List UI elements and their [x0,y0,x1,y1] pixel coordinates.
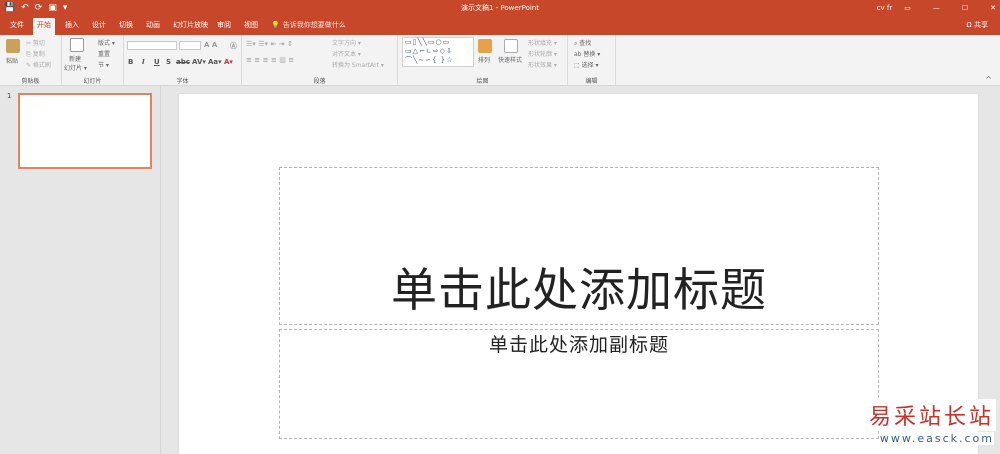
slide-thumbnails-pane[interactable]: 1 [0,86,161,454]
group-label-editing: 编辑 [585,78,598,85]
new-slide-icon[interactable] [70,38,84,52]
group-label-paragraph: 段落 [313,78,326,85]
group-label-clipboard: 剪贴板 [21,78,40,85]
align-icons[interactable]: ≡ ≡ ≡ ≡ ▥ ≡ [246,56,294,64]
group-drawing: ▭▯╲╲▭○▭ ▭△⌐∟⇨◇⇩ ⌒╲∼∽{ }☆ 排列 快速样式 形状填充 ▾ … [398,35,568,86]
ribbon-tabs: 文件 开始 插入 设计 切换 动画 幻灯片放映 审阅 视图 💡 告诉我你想要做什… [0,16,1000,35]
title-bar: 💾 ↶ ⟳ ▣ ▾ 演示文稿1 - PowerPoint cv fr ▭ — ☐… [0,0,1000,16]
arrange-button[interactable]: 排列 [478,55,490,64]
strikethrough-button[interactable]: abc [176,58,190,66]
tab-slideshow[interactable]: 幻灯片放映 [169,19,212,32]
align-text-button[interactable]: 对齐文本 ▾ [332,49,361,58]
group-font: A A Ⓐ B I U S abc AV▾ Aa▾ A▾ 字体 [124,35,242,86]
tab-design[interactable]: 设计 [88,19,110,32]
tab-insert[interactable]: 插入 [61,19,83,32]
tell-me-search[interactable]: 💡 告诉我你想要做什么 [267,19,350,32]
format-painter-button[interactable]: ✎ 格式刷 [26,60,51,69]
watermark-text: 易采站长站 [866,399,996,431]
arrange-icon[interactable] [478,39,492,53]
italic-button[interactable]: I [142,58,145,66]
layout-button[interactable]: 版式 ▾ [98,38,115,47]
shape-effects-button[interactable]: 形状效果 ▾ [528,60,557,69]
slide-canvas[interactable]: 单击此处添加标题 单击此处添加副标题 [179,94,978,454]
paste-button[interactable]: 粘贴 [6,56,18,65]
paste-icon[interactable] [6,39,20,53]
minimize-icon[interactable]: — [933,2,940,14]
quick-styles-icon[interactable] [504,39,518,53]
group-paragraph: ☰▾ ☰▾ ⇤ ⇥ ↕ ≡ ≡ ≡ ≡ ▥ ≡ 文字方向 ▾ 对齐文本 ▾ 转换… [242,35,398,86]
tell-me-label: 告诉我你想要做什么 [282,21,346,29]
shape-fill-button[interactable]: 形状填充 ▾ [528,38,557,47]
tab-view[interactable]: 视图 [240,19,262,32]
user-name[interactable]: cv fr [877,2,893,14]
quick-styles-button[interactable]: 快速样式 [498,55,522,64]
group-label-font: 字体 [176,78,189,85]
ribbon-display-icon[interactable]: ▭ [904,2,911,14]
copy-button[interactable]: ⎘ 复制 [26,49,45,59]
underline-button[interactable]: U [154,58,160,66]
group-editing: ⌕ 查找 ab 替换 ▾ ⬚ 选择 ▾ 编辑 [568,35,616,86]
new-slide-dropdown[interactable]: 幻灯片 ▾ [64,63,87,72]
clear-format-icon[interactable]: Ⓐ [230,41,237,51]
shadow-button[interactable]: S [166,58,171,66]
group-slides: 新建 幻灯片 ▾ 版式 ▾ 重置 节 ▾ 幻灯片 [62,35,124,86]
new-slide-button[interactable]: 新建 [69,54,81,63]
close-icon[interactable]: ✕ [990,2,996,14]
shape-outline-button[interactable]: 形状轮廓 ▾ [528,49,557,58]
tab-animations[interactable]: 动画 [142,19,164,32]
slide-number: 1 [7,92,12,100]
watermark-url: www.easck.com [879,432,994,445]
tab-review[interactable]: 审阅 [213,19,235,32]
find-button[interactable]: ⌕ 查找 [574,38,591,48]
change-case-button[interactable]: Aa▾ [208,58,222,66]
bullets-icon[interactable]: ☰▾ ☰▾ ⇤ ⇥ ↕ [246,40,293,48]
title-placeholder[interactable]: 单击此处添加标题 [279,167,879,325]
subtitle-placeholder[interactable]: 单击此处添加副标题 [279,329,879,439]
slide-thumbnail[interactable] [18,93,152,169]
group-clipboard: 粘贴 ✂ 剪切 ⎘ 复制 ✎ 格式刷 剪贴板 [0,35,62,86]
maximize-icon[interactable]: ☐ [962,2,968,14]
select-button[interactable]: ⬚ 选择 ▾ [574,60,599,69]
window-title: 演示文稿1 - PowerPoint [461,4,539,12]
lightbulb-icon: 💡 [271,21,280,29]
group-label-drawing: 绘图 [476,78,489,85]
bold-button[interactable]: B [128,58,133,66]
char-spacing-button[interactable]: AV▾ [192,58,206,66]
shapes-gallery[interactable]: ▭▯╲╲▭○▭ ▭△⌐∟⇨◇⇩ ⌒╲∼∽{ }☆ [402,37,474,67]
share-button[interactable]: Ω 共享 [966,20,988,30]
smartart-button[interactable]: 转换为 SmartArt ▾ [332,60,384,69]
collapse-ribbon-icon[interactable]: ^ [985,75,992,84]
group-label-slides: 幻灯片 [83,78,102,85]
ribbon: 粘贴 ✂ 剪切 ⎘ 复制 ✎ 格式刷 剪贴板 新建 幻灯片 ▾ 版式 ▾ 重置 … [0,35,1000,86]
cut-button[interactable]: ✂ 剪切 [26,38,45,47]
font-size-combobox[interactable] [179,41,201,50]
font-color-button[interactable]: A▾ [224,58,233,66]
tab-transitions[interactable]: 切换 [115,19,137,32]
tab-file[interactable]: 文件 [6,19,28,32]
reset-button[interactable]: 重置 [98,49,110,58]
grow-font-icon[interactable]: A A [204,41,217,49]
font-name-combobox[interactable] [127,41,177,50]
tab-home[interactable]: 开始 [33,18,55,35]
section-button[interactable]: 节 ▾ [98,60,109,69]
replace-button[interactable]: ab 替换 ▾ [574,49,600,58]
text-direction-button[interactable]: 文字方向 ▾ [332,38,361,47]
